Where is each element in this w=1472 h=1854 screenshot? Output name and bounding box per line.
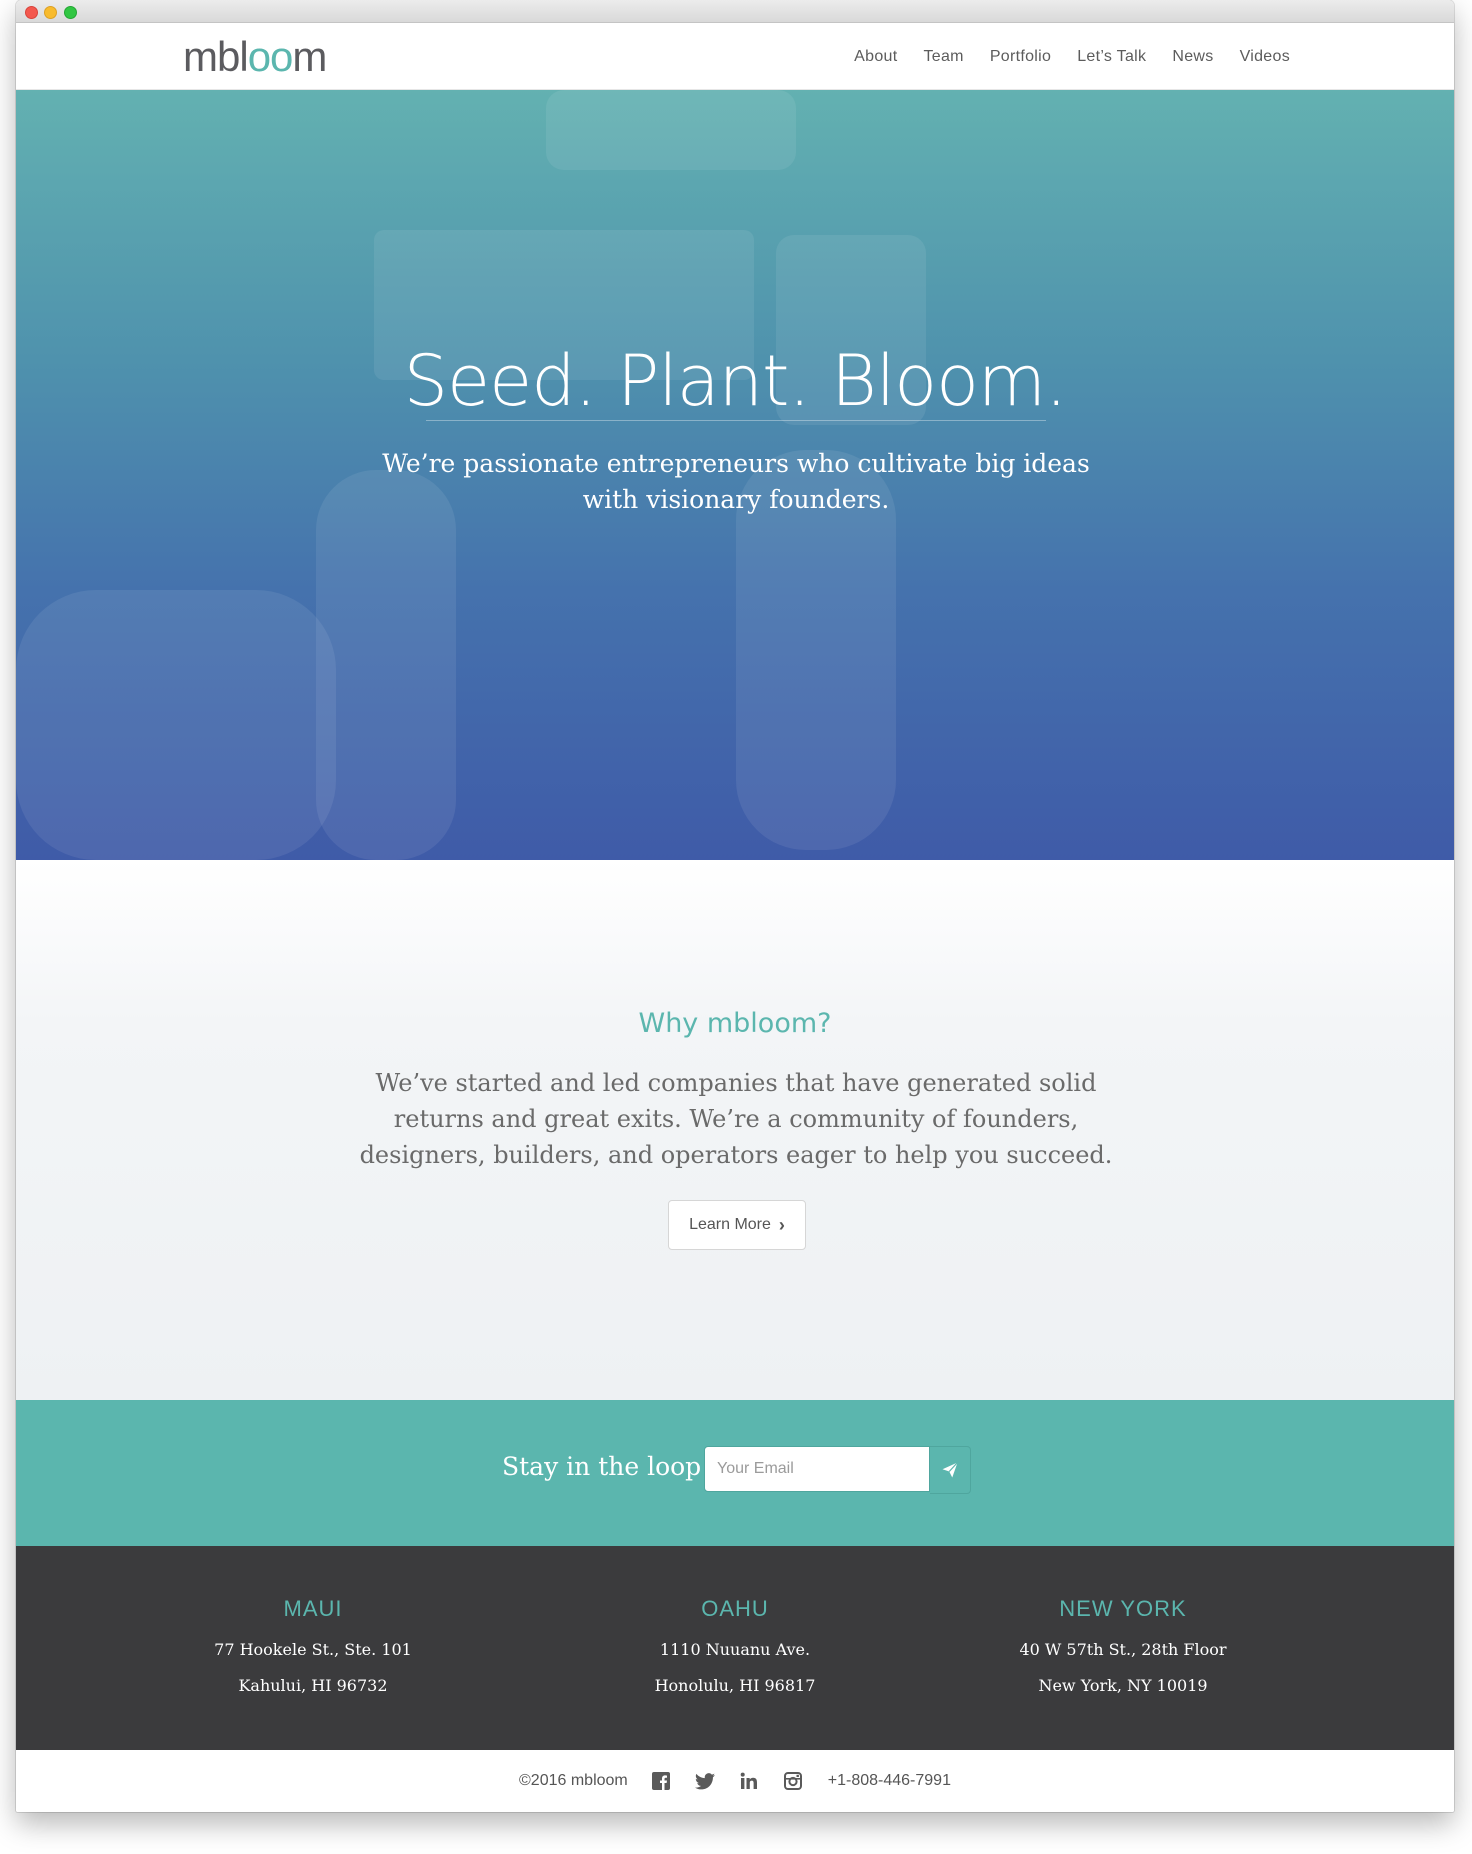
minimize-window-button[interactable]: [44, 6, 57, 19]
office-address-line1: 77 Hookele St., Ste. 101: [214, 1640, 412, 1659]
learn-more-button[interactable]: Learn More ›: [668, 1200, 806, 1250]
copyright-text: ©2016 mbloom: [519, 1772, 628, 1789]
hero-section: Seed. Plant. Bloom. We’re passionate ent…: [16, 90, 1454, 860]
email-input[interactable]: [704, 1446, 930, 1492]
learn-more-label: Learn More: [689, 1216, 771, 1233]
main-nav: About Team Portfolio Let’s Talk News Vid…: [828, 48, 1290, 66]
nav-portfolio[interactable]: Portfolio: [990, 48, 1051, 66]
office-address-line2: New York, NY 10019: [1038, 1676, 1208, 1695]
phone-link[interactable]: +1-808-446-7991: [828, 1772, 951, 1790]
browser-window: mbloom About Team Portfolio Let’s Talk N…: [16, 0, 1454, 1812]
nav-team[interactable]: Team: [923, 48, 963, 66]
twitter-icon[interactable]: [694, 1770, 716, 1792]
chevron-right-icon: ›: [778, 1214, 785, 1235]
office-name: NEW YORK: [1059, 1596, 1187, 1621]
office-maui: MAUI 77 Hookele St., Ste. 101 Kahului, H…: [163, 1596, 463, 1704]
office-name: OAHU: [701, 1596, 769, 1621]
nav-videos[interactable]: Videos: [1240, 48, 1290, 66]
newsletter-section: Stay in the loop: [16, 1400, 1454, 1546]
linkedin-icon[interactable]: [738, 1770, 760, 1792]
office-new-york: NEW YORK 40 W 57th St., 28th Floor New Y…: [973, 1596, 1273, 1704]
hero-background-arm-left: [316, 470, 456, 860]
why-title: Why mbloom?: [638, 1008, 832, 1039]
nav-lets-talk[interactable]: Let’s Talk: [1077, 48, 1146, 66]
office-address-line1: 1110 Nuuanu Ave.: [659, 1640, 811, 1659]
paper-plane-icon: [942, 1462, 958, 1478]
hero-title-underline: [426, 420, 1046, 421]
office-name: MAUI: [283, 1596, 343, 1621]
office-oahu: OAHU 1110 Nuuanu Ave. Honolulu, HI 96817: [585, 1596, 885, 1704]
window-titlebar: [16, 0, 1454, 23]
newsletter-label: Stay in the loop: [502, 1452, 702, 1481]
why-section: Why mbloom? We’ve started and led compan…: [16, 860, 1454, 1400]
facebook-icon[interactable]: [650, 1770, 672, 1792]
offices-section: MAUI 77 Hookele St., Ste. 101 Kahului, H…: [16, 1546, 1454, 1750]
site-header: mbloom About Team Portfolio Let’s Talk N…: [16, 23, 1454, 90]
hero-title: Seed. Plant. Bloom.: [403, 340, 1068, 422]
office-address-line2: Honolulu, HI 96817: [654, 1676, 816, 1695]
hero-subtitle: We’re passionate entrepreneurs who culti…: [382, 449, 1090, 514]
instagram-icon[interactable]: [782, 1770, 804, 1792]
site-footer: ©2016 mbloom +1-808-446-7991: [16, 1750, 1454, 1812]
zoom-window-button[interactable]: [64, 6, 77, 19]
footer-row: ©2016 mbloom +1-808-446-7991: [16, 1770, 1454, 1792]
hero-background-monitor: [546, 90, 796, 170]
hero-background-sleeve: [16, 590, 336, 860]
close-window-button[interactable]: [25, 6, 38, 19]
office-address-line1: 40 W 57th St., 28th Floor: [1019, 1640, 1227, 1659]
why-body: We’ve started and led companies that hav…: [359, 1069, 1113, 1169]
nav-about[interactable]: About: [854, 48, 897, 66]
nav-news[interactable]: News: [1172, 48, 1213, 66]
office-address-line2: Kahului, HI 96732: [238, 1676, 388, 1695]
mbloom-logo[interactable]: mbloom: [183, 33, 327, 81]
subscribe-button[interactable]: [930, 1446, 971, 1494]
